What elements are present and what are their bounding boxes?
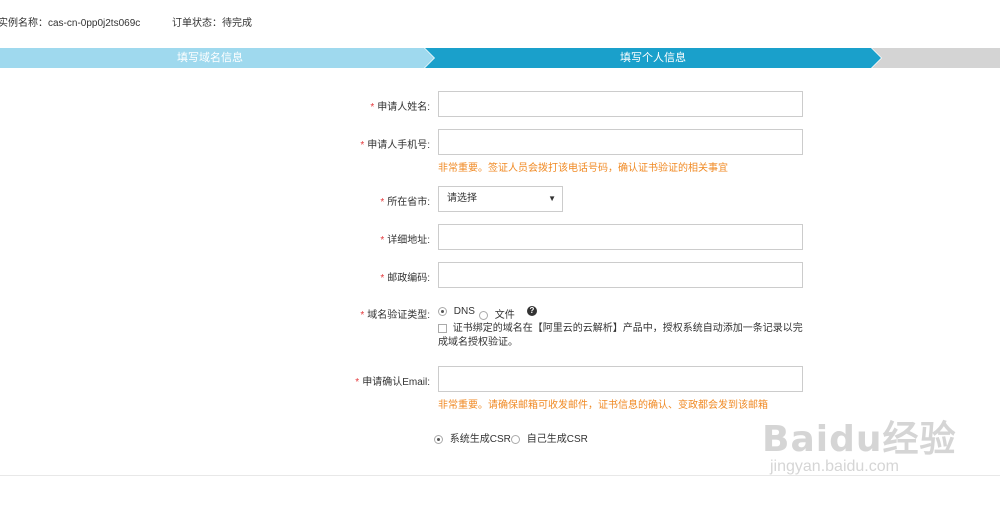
step-label: 填写个人信息 (620, 52, 686, 64)
watermark-brand: Baidu经验 (762, 419, 957, 460)
order-status: 订单状态：待完成 (172, 18, 252, 29)
csr-option-system[interactable]: 系统生成CSR (434, 430, 511, 445)
phone-label: * 申请人手机号: (360, 140, 430, 151)
radio-icon[interactable] (511, 434, 520, 444)
help-icon[interactable]: ? (527, 305, 537, 316)
applicant-phone-input[interactable] (438, 129, 803, 155)
name-label: * 申请人姓名: (370, 102, 430, 113)
domain-verify-label: * 域名验证类型: (360, 310, 430, 321)
required-mark: * (360, 310, 365, 321)
postcode-input[interactable] (438, 262, 803, 288)
instance-name: 实例名称：cas-cn-0pp0j2ts069c (0, 18, 141, 29)
step-domain-info: 填写域名信息 (0, 48, 434, 68)
radio-selected-icon[interactable] (434, 434, 443, 444)
step-personal-info: 填写个人信息 (425, 48, 881, 68)
email-label: * 申请确认Email: (355, 377, 430, 388)
checkbox[interactable] (438, 323, 447, 333)
postcode-label: * 邮政编码: (380, 273, 430, 284)
required-mark: * (380, 197, 385, 208)
required-mark: * (380, 273, 385, 284)
progress-steps: 填写域名信息 填写个人信息 (0, 48, 1000, 68)
email-hint: 非常重要。请确保邮箱可收发邮件，证书信息的确认、变政都会发到该邮箱 (438, 400, 768, 411)
required-mark: * (360, 140, 365, 151)
verify-option-file[interactable]: 文件 (479, 306, 515, 321)
province-select-value: 请选择 (447, 193, 477, 204)
auto-dns-option: 证书绑定的域名在【阿里云的云解析】产品中，授权系统自动添加一条记录以完成域名授权… (438, 322, 808, 350)
email-input[interactable] (438, 366, 803, 392)
applicant-name-input[interactable] (438, 91, 803, 117)
radio-selected-icon[interactable] (438, 306, 447, 316)
province-label: * 所在省市: (380, 197, 430, 208)
watermark: Baidu经验 jingyan.baidu.com (762, 400, 955, 490)
step-next (872, 48, 1000, 68)
verify-option-dns[interactable]: DNS (438, 306, 475, 317)
address-input[interactable] (438, 224, 803, 250)
address-label: * 详细地址: (380, 235, 430, 246)
province-select[interactable]: 请选择 ▼ (438, 186, 563, 212)
step-label: 填写域名信息 (177, 52, 243, 64)
auto-dns-note: 证书绑定的域名在【阿里云的云解析】产品中，授权系统自动添加一条记录以完成域名授权… (438, 323, 803, 348)
caret-down-icon: ▼ (548, 194, 556, 203)
required-mark: * (355, 377, 360, 388)
csr-option-self[interactable]: 自己生成CSR (511, 430, 588, 445)
required-mark: * (380, 235, 385, 246)
phone-hint: 非常重要。签证人员会拨打该电话号码，确认证书验证的相关事宜 (438, 163, 728, 174)
watermark-url: jingyan.baidu.com (770, 458, 899, 475)
radio-icon[interactable] (479, 310, 488, 320)
required-mark: * (370, 102, 375, 113)
